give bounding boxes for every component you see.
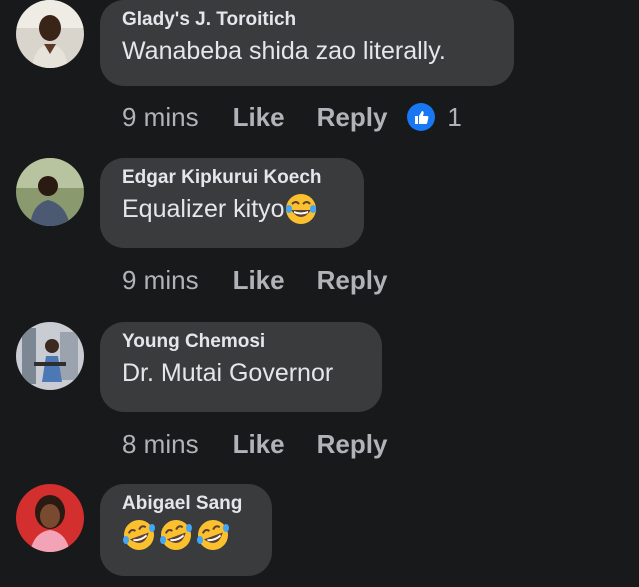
avatar[interactable] <box>16 0 84 68</box>
comment-bubble: Glady's J. Toroitich Wanabeba shida zao … <box>100 0 514 86</box>
comment-text-content: Dr. Mutai Governor <box>122 359 334 387</box>
comment-text: Equalizer kityo <box>122 192 342 226</box>
comment-actions: 8 mins Like Reply <box>122 428 387 460</box>
comment-time[interactable]: 9 mins <box>122 265 199 296</box>
comment-actions: 9 mins Like Reply <box>122 264 387 296</box>
comment-actions: 9 mins Like Reply 1 <box>122 101 462 133</box>
rolling-laughing-emoji <box>122 518 156 552</box>
reaction-summary[interactable]: 1 <box>407 101 462 133</box>
like-button[interactable]: Like <box>233 265 285 296</box>
avatar-man-icon <box>16 158 84 226</box>
emoji-group <box>122 518 230 552</box>
avatar[interactable] <box>16 158 84 226</box>
avatar[interactable] <box>16 322 84 390</box>
comment-author[interactable]: Young Chemosi <box>122 330 360 354</box>
comment-time[interactable]: 9 mins <box>122 102 199 133</box>
avatar-gym-icon <box>16 322 84 390</box>
avatar[interactable] <box>16 484 84 552</box>
rolling-laughing-emoji <box>159 518 193 552</box>
avatar-woman-red-icon <box>16 484 84 552</box>
comment-text: Wanabeba shida zao literally. <box>122 34 492 68</box>
comment-author[interactable]: Glady's J. Toroitich <box>122 8 492 32</box>
reply-button[interactable]: Reply <box>317 429 388 460</box>
comment-text-content: Equalizer kityo <box>122 195 285 223</box>
reply-button[interactable]: Reply <box>317 102 388 133</box>
comment-text-content: Wanabeba shida zao literally. <box>122 37 446 65</box>
tears-of-joy-emoji <box>285 193 317 225</box>
comment-bubble: Young Chemosi Dr. Mutai Governor <box>100 322 382 412</box>
comment-text <box>122 518 250 552</box>
avatar-woman-icon <box>16 0 84 68</box>
rolling-laughing-emoji <box>196 518 230 552</box>
like-button[interactable]: Like <box>233 429 285 460</box>
comment-bubble: Abigael Sang <box>100 484 272 576</box>
like-button[interactable]: Like <box>233 102 285 133</box>
comment-bubble: Edgar Kipkurui Koech Equalizer kityo <box>100 158 364 248</box>
comment-time[interactable]: 8 mins <box>122 429 199 460</box>
reply-button[interactable]: Reply <box>317 265 388 296</box>
comment-author[interactable]: Abigael Sang <box>122 492 250 516</box>
like-reaction-icon <box>407 103 436 131</box>
comment-thread: Glady's J. Toroitich Wanabeba shida zao … <box>0 0 639 587</box>
comment-text: Dr. Mutai Governor <box>122 356 360 390</box>
reaction-count: 1 <box>447 101 462 132</box>
comment-author[interactable]: Edgar Kipkurui Koech <box>122 166 342 190</box>
